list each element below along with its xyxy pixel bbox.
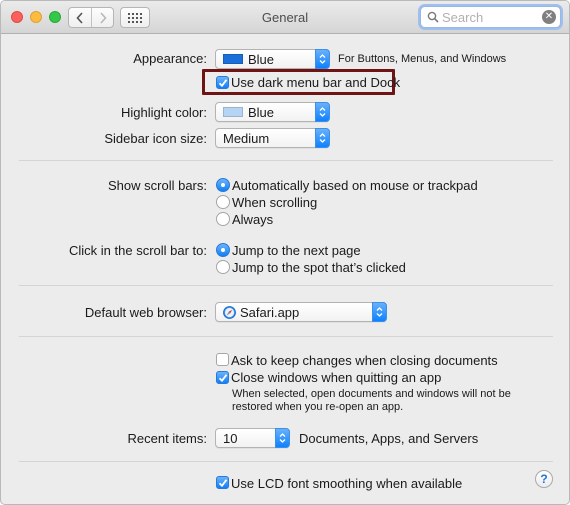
- popup-arrow-icon: [315, 49, 330, 69]
- highlight-color-label: Highlight color:: [121, 105, 207, 120]
- scroll-bars-automatic-radio[interactable]: [216, 178, 230, 192]
- lcd-smoothing-label[interactable]: Use LCD font smoothing when available: [231, 476, 462, 491]
- safari-compass-icon: [223, 306, 236, 319]
- separator: [19, 336, 553, 337]
- separator: [19, 461, 553, 462]
- close-windows-checkbox[interactable]: [216, 371, 229, 384]
- appearance-note: For Buttons, Menus, and Windows: [338, 53, 507, 65]
- highlight-color-swatch: [223, 107, 243, 117]
- clear-search-icon[interactable]: ✕: [542, 10, 556, 24]
- sidebar-icon-size-label: Sidebar icon size:: [104, 131, 207, 146]
- popup-arrow-icon: [315, 102, 330, 122]
- recent-items-popup[interactable]: 10: [215, 428, 290, 448]
- checkmark-icon: [218, 479, 228, 488]
- highlight-color-value: Blue: [248, 105, 275, 120]
- search-icon: [427, 11, 439, 23]
- recent-items-note: Documents, Apps, and Servers: [299, 431, 479, 446]
- checkmark-icon: [218, 79, 228, 88]
- default-browser-label: Default web browser:: [84, 305, 207, 320]
- recent-items-label: Recent items:: [127, 431, 207, 446]
- appearance-label: Appearance:: [133, 51, 207, 66]
- help-button[interactable]: ?: [535, 470, 553, 488]
- jump-to-spot-radio[interactable]: [216, 260, 230, 274]
- recent-items-value: 10: [223, 431, 238, 446]
- ask-keep-changes-label[interactable]: Ask to keep changes when closing documen…: [231, 353, 498, 368]
- show-scroll-bars-label: Show scroll bars:: [108, 178, 207, 193]
- appearance-popup[interactable]: Blue: [215, 49, 330, 69]
- popup-arrow-icon: [315, 128, 330, 148]
- separator: [19, 285, 553, 286]
- jump-next-page-radio[interactable]: [216, 243, 230, 257]
- separator: [19, 160, 553, 161]
- jump-to-spot-label[interactable]: Jump to the spot that’s clicked: [232, 260, 406, 275]
- lcd-smoothing-checkbox[interactable]: [216, 476, 229, 489]
- popup-arrow-icon: [275, 428, 290, 448]
- highlight-color-popup[interactable]: Blue: [215, 102, 330, 122]
- popup-arrow-icon: [372, 302, 387, 322]
- title-bar: General ✕: [1, 1, 569, 34]
- default-browser-value: Safari.app: [240, 305, 300, 320]
- ask-keep-changes-checkbox[interactable]: [216, 353, 229, 366]
- dark-menu-label[interactable]: Use dark menu bar and Dock: [231, 75, 400, 90]
- click-scroll-bar-label: Click in the scroll bar to:: [69, 243, 207, 258]
- search-input[interactable]: [442, 9, 538, 25]
- close-windows-note-line-2: restored when you re-open an app.: [232, 401, 404, 413]
- checkmark-icon: [218, 374, 228, 383]
- search-field[interactable]: ✕: [420, 6, 561, 28]
- close-windows-note-line-1: When selected, open documents and window…: [232, 388, 511, 400]
- scroll-bars-when-scrolling-label[interactable]: When scrolling: [232, 195, 317, 210]
- scroll-bars-when-scrolling-radio[interactable]: [216, 195, 230, 209]
- scroll-bars-automatic-label[interactable]: Automatically based on mouse or trackpad: [232, 178, 478, 193]
- appearance-value: Blue: [248, 52, 275, 67]
- preferences-window: General ✕ Appearance: Blue For Buttons, …: [0, 0, 570, 505]
- default-browser-popup[interactable]: Safari.app: [215, 302, 387, 322]
- sidebar-icon-size-popup[interactable]: Medium: [215, 128, 330, 148]
- close-windows-label[interactable]: Close windows when quitting an app: [231, 370, 441, 385]
- dark-menu-checkbox[interactable]: [216, 76, 229, 89]
- scroll-bars-always-label[interactable]: Always: [232, 212, 273, 227]
- sidebar-icon-size-value: Medium: [223, 131, 270, 146]
- jump-next-page-label[interactable]: Jump to the next page: [232, 243, 361, 258]
- appearance-color-swatch: [223, 54, 243, 64]
- scroll-bars-always-radio[interactable]: [216, 212, 230, 226]
